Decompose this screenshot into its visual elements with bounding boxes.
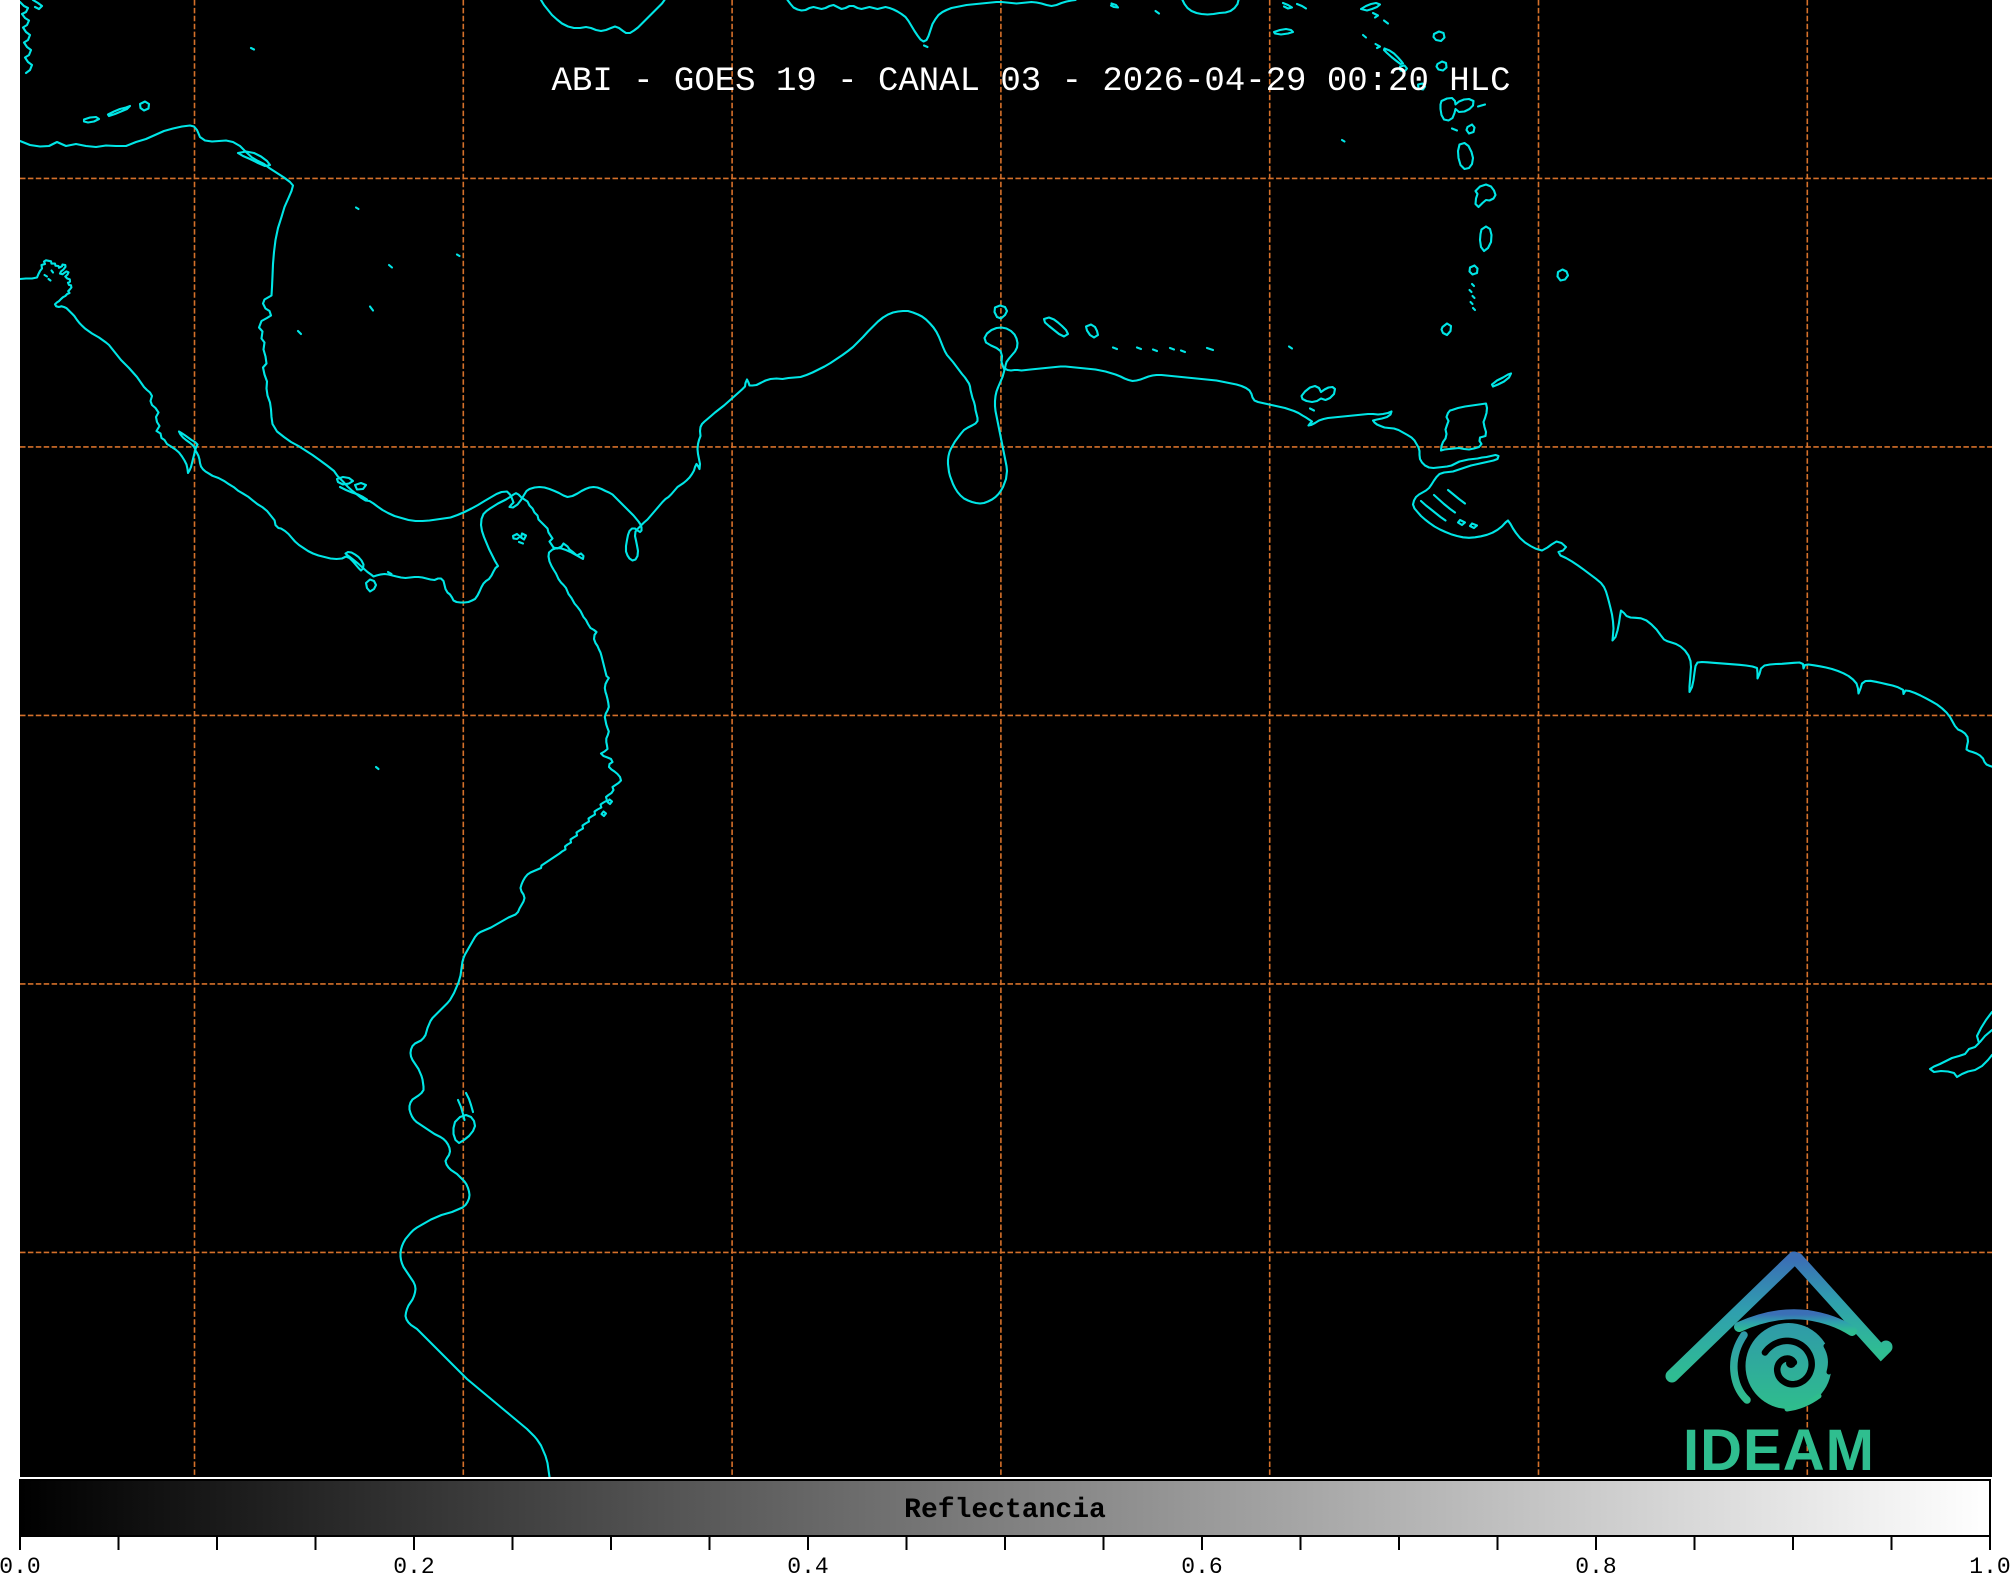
svg-text:IDEAM: IDEAM (1683, 1418, 1875, 1483)
svg-text:0.8: 0.8 (1575, 1554, 1616, 1577)
svg-text:0.6: 0.6 (1181, 1554, 1222, 1577)
svg-text:0.0: 0.0 (0, 1554, 41, 1577)
svg-text:ABI - GOES 19 - CANAL 03 - 202: ABI - GOES 19 - CANAL 03 - 2026-04-29 00… (552, 63, 1511, 101)
svg-text:0.4: 0.4 (787, 1554, 828, 1577)
svg-text:1.0: 1.0 (1969, 1554, 2010, 1577)
svg-text:0.2: 0.2 (393, 1554, 434, 1577)
svg-text:Reflectancia: Reflectancia (904, 1495, 1106, 1526)
